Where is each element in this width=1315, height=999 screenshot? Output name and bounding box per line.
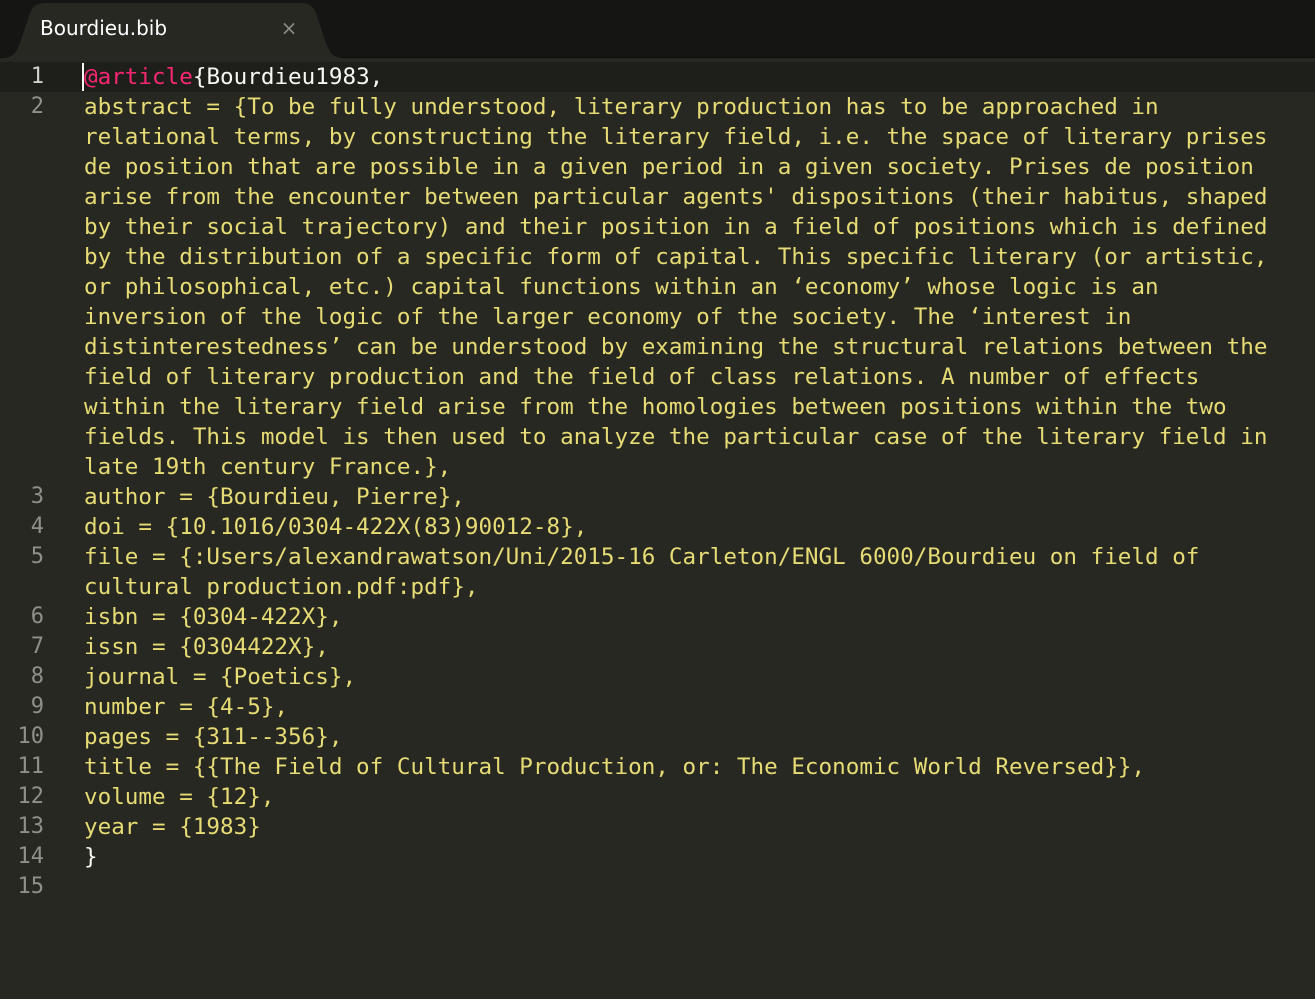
line-number: 1	[30, 64, 44, 89]
code-line-volume: volume = {12},	[84, 784, 275, 810]
line-number: 3	[30, 484, 44, 509]
code-line-abstract-wrap: or philosophical, etc.) capital function…	[84, 274, 1159, 300]
code-line-abstract-wrap: by the distribution of a specific form o…	[84, 244, 1268, 270]
line-number: 13	[17, 814, 45, 839]
code-line-abstract-wrap: distinterestedness’ can be understood by…	[84, 334, 1268, 360]
code-line-doi: doi = {10.1016/0304-422X(83)90012-8},	[84, 514, 588, 540]
line-number: 7	[30, 634, 44, 659]
code-line-file-wrap: cultural production.pdf:pdf},	[84, 574, 479, 600]
line-number: 4	[30, 514, 44, 539]
code-line-abstract: abstract = {To be fully understood, lite…	[84, 94, 1159, 120]
code-line-pages: pages = {311--356},	[84, 724, 343, 750]
tab-bar: Bourdieu.bib ×	[0, 0, 1315, 58]
line-number: 5	[30, 544, 44, 569]
tab-bourdieu-bib[interactable]: Bourdieu.bib ×	[0, 3, 346, 58]
code-line-number: number = {4-5},	[84, 694, 289, 720]
code-line-abstract-wrap: de position that are possible in a given…	[84, 154, 1254, 180]
line-number: 6	[30, 604, 44, 629]
code-line-abstract-wrap: late 19th century France.},	[84, 454, 452, 480]
line-number: 10	[17, 724, 45, 749]
code-editor[interactable]: 1 2 3 4 5 6 7 8 9 10 11 12 13 14 15 @art…	[0, 58, 1315, 999]
code-line-abstract-wrap: field of literary production and the fie…	[84, 364, 1200, 390]
code-line-abstract-wrap: inversion of the logic of the larger eco…	[84, 304, 1132, 330]
code-line-abstract-wrap: relational terms, by constructing the li…	[84, 124, 1268, 150]
code-line-isbn: isbn = {0304-422X},	[84, 604, 343, 630]
code-line-abstract-wrap: by their social trajectory) and their po…	[84, 214, 1268, 240]
tab-title: Bourdieu.bib	[40, 16, 168, 40]
line-number: 14	[17, 844, 45, 869]
line-number: 11	[17, 754, 45, 779]
line-number: 15	[17, 874, 45, 899]
editor-window: Bourdieu.bib × 1 2 3 4 5 6 7 8 9 10 11 1…	[0, 0, 1315, 999]
text-cursor	[82, 63, 84, 91]
entry-type-keyword: @article	[84, 64, 193, 90]
code-line-close-brace: }	[84, 844, 98, 870]
code-line-year: year = {1983}	[84, 814, 261, 840]
open-brace: {	[192, 64, 207, 90]
code-line-entry-type: @article{Bourdieu1983,	[84, 62, 383, 92]
line-number: 2	[30, 94, 44, 119]
line-number: 12	[17, 784, 45, 809]
code-line-issn: issn = {0304422X},	[84, 634, 329, 660]
line-number: 8	[30, 664, 44, 689]
cite-key: Bourdieu1983,	[206, 64, 384, 90]
code-line-abstract-wrap: within the literary field arise from the…	[84, 394, 1227, 420]
code-line-abstract-wrap: arise from the encounter between particu…	[84, 184, 1268, 210]
code-line-author: author = {Bourdieu, Pierre},	[84, 484, 465, 510]
line-number: 9	[30, 694, 44, 719]
code-line-journal: journal = {Poetics},	[84, 664, 357, 690]
close-icon[interactable]: ×	[278, 16, 300, 40]
code-line-title: title = {{The Field of Cultural Producti…	[84, 754, 1146, 780]
code-line-abstract-wrap: fields. This model is then used to analy…	[84, 424, 1268, 450]
code-line-file: file = {:Users/alexandrawatson/Uni/2015-…	[84, 544, 1200, 570]
